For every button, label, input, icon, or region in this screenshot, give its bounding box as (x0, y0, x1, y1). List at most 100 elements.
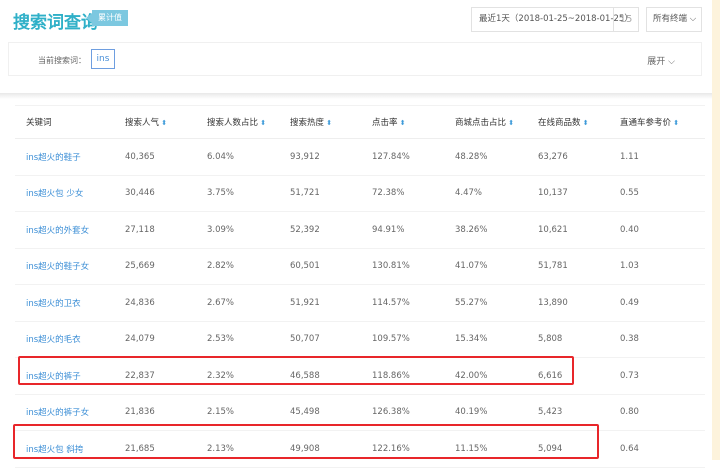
column-header-label: 搜索人数占比 (207, 118, 259, 128)
keyword-link[interactable]: ins超火的外套女 (26, 226, 89, 236)
column-header-label: 商城点击占比 (455, 118, 507, 128)
table-row: ins超火包 少女 30,446 3.75% 51,721 72.38% 4.47% 10,… (15, 175, 705, 212)
cell-value: 25,669 (125, 261, 155, 272)
table-cell: 24,079 (125, 321, 207, 358)
table-cell: 13,890 (538, 284, 620, 322)
date-range-text: 最近1天（2018-01-25~2018-01-25） (479, 14, 633, 24)
cell-value: 127.84% (372, 151, 410, 162)
cell-value: 2.15% (207, 407, 235, 418)
column-header-label: 点击率 (372, 118, 398, 128)
keyword-link[interactable]: ins超火的毛衣 (26, 335, 81, 345)
table-cell: 60,501 (290, 248, 372, 285)
table-cell: 51,921 (290, 284, 372, 322)
sort-icon[interactable]: ⬍ (506, 119, 514, 127)
column-header-label: 搜索人气 (125, 118, 160, 128)
terminal-label: 所有终端 (653, 14, 688, 24)
table-cell: 72.38% (372, 175, 455, 212)
terminal-dropdown[interactable]: 所有终端 ⌵ (646, 7, 702, 32)
sort-icon[interactable]: ⬍ (671, 119, 679, 127)
table-cell: 6.04% (207, 138, 290, 176)
column-header[interactable]: 搜索热度 ⬍ (290, 105, 372, 139)
keyword-link[interactable]: ins超火的卫衣 (26, 299, 81, 309)
sort-icon[interactable]: ⬍ (159, 119, 167, 127)
table-row: ins超火的卫衣 24,836 2.67% 51,921 114.57% 55.27% 13… (15, 284, 705, 322)
cell-value: 63,276 (538, 151, 568, 162)
cell-value: 1.03 (620, 261, 639, 272)
table-cell: ins超火包 少女 (15, 175, 125, 212)
sort-icon[interactable]: ⬍ (258, 119, 266, 127)
table-cell: 27,118 (125, 211, 207, 249)
table-cell: 51,721 (290, 175, 372, 212)
table-cell: 2.53% (207, 321, 290, 358)
cell-value: 0.80 (620, 407, 639, 418)
column-header-label: 搜索热度 (290, 118, 325, 128)
cell-value: 109.57% (372, 334, 410, 345)
table-row: ins超火的鞋子 40,365 6.04% 93,912 127.84% 48.28% 63… (15, 138, 705, 176)
cell-value: 51,721 (290, 188, 320, 199)
table-cell: 93,912 (290, 138, 372, 176)
column-header[interactable]: 点击率 ⬍ (372, 105, 455, 139)
keyword-link[interactable]: ins超火的鞋子 (26, 153, 81, 163)
search-term-tag[interactable]: ins (91, 49, 115, 69)
expand-button[interactable]: 展开 ⌵ (647, 54, 675, 67)
cell-value: 38.26% (455, 224, 488, 235)
cell-value: 130.81% (372, 261, 410, 272)
cell-value: 3.75% (207, 188, 235, 199)
sort-icon[interactable]: ⬍ (324, 119, 332, 127)
table-cell: 0.64 (620, 430, 705, 468)
table-cell: 114.57% (372, 284, 455, 322)
cumulative-badge: 累计值 (86, 10, 128, 26)
column-header-label: 在线商品数 (538, 118, 581, 128)
table-row: ins超火的外套女 27,118 3.09% 52,392 94.91% 38.26% 10… (15, 211, 705, 249)
expand-label: 展开 (647, 57, 666, 67)
right-edge (712, 0, 720, 460)
keyword-table: 关键词 搜索人气 ⬍ 搜索人数占比 ⬍ 搜索热度 ⬍ 点击率 ⬍ 商城点击占比 ⬍ 在线商品… (15, 105, 705, 468)
divider (0, 93, 712, 99)
table-cell: 1.11 (620, 138, 705, 176)
table-cell: 24,836 (125, 284, 207, 322)
search-label: 当前搜索词： (38, 56, 86, 65)
table-cell: ins超火的外套女 (15, 211, 125, 249)
column-header[interactable]: 商城点击占比 ⬍ (455, 105, 538, 139)
calendar-icon[interactable]: 15 (613, 8, 638, 31)
column-header[interactable]: 直通车参考价 ⬍ (620, 105, 705, 139)
cell-value: 13,890 (538, 297, 568, 308)
cell-value: 2.53% (207, 334, 235, 345)
cell-value: 72.38% (372, 188, 405, 199)
table-cell: 3.09% (207, 211, 290, 249)
cell-value: 55.27% (455, 297, 488, 308)
cell-value: 24,836 (125, 297, 155, 308)
cell-value: 2.82% (207, 261, 235, 272)
column-header[interactable]: 在线商品数 ⬍ (538, 105, 620, 139)
cell-value: 5,423 (538, 407, 563, 418)
table-cell: 3.75% (207, 175, 290, 212)
cell-value: 51,781 (538, 261, 568, 272)
keyword-link[interactable]: ins超火包 少女 (26, 189, 83, 199)
keyword-link[interactable]: ins超火的鞋子女 (26, 262, 89, 272)
sort-icon[interactable]: ⬍ (581, 119, 589, 127)
table-cell: 0.80 (620, 394, 705, 431)
table-cell: 4.47% (455, 175, 538, 212)
column-header: 关键词 (15, 105, 125, 139)
cell-value: 0.73 (620, 370, 639, 381)
table-cell: 25,669 (125, 248, 207, 285)
cell-value: 30,446 (125, 188, 155, 199)
cell-value: 0.38 (620, 334, 639, 345)
table-cell: 2.82% (207, 248, 290, 285)
table-cell: 55.27% (455, 284, 538, 322)
cell-value: 15.34% (455, 334, 488, 345)
cell-value: 51,921 (290, 297, 320, 308)
cell-value: 4.47% (455, 188, 483, 199)
cell-value: 41.07% (455, 261, 488, 272)
date-range-picker[interactable]: 最近1天（2018-01-25~2018-01-25） 15 (471, 7, 639, 32)
table-cell: 52,392 (290, 211, 372, 249)
column-header[interactable]: 搜索人气 ⬍ (125, 105, 207, 139)
sort-icon[interactable]: ⬍ (398, 119, 406, 127)
table-cell: 130.81% (372, 248, 455, 285)
table-cell: ins超火的鞋子女 (15, 248, 125, 285)
column-header[interactable]: 搜索人数占比 ⬍ (207, 105, 290, 139)
keyword-link[interactable]: ins超火的裤子女 (26, 408, 89, 418)
table-cell: 41.07% (455, 248, 538, 285)
column-header-label: 直通车参考价 (620, 118, 672, 128)
cell-value: 52,392 (290, 224, 320, 235)
